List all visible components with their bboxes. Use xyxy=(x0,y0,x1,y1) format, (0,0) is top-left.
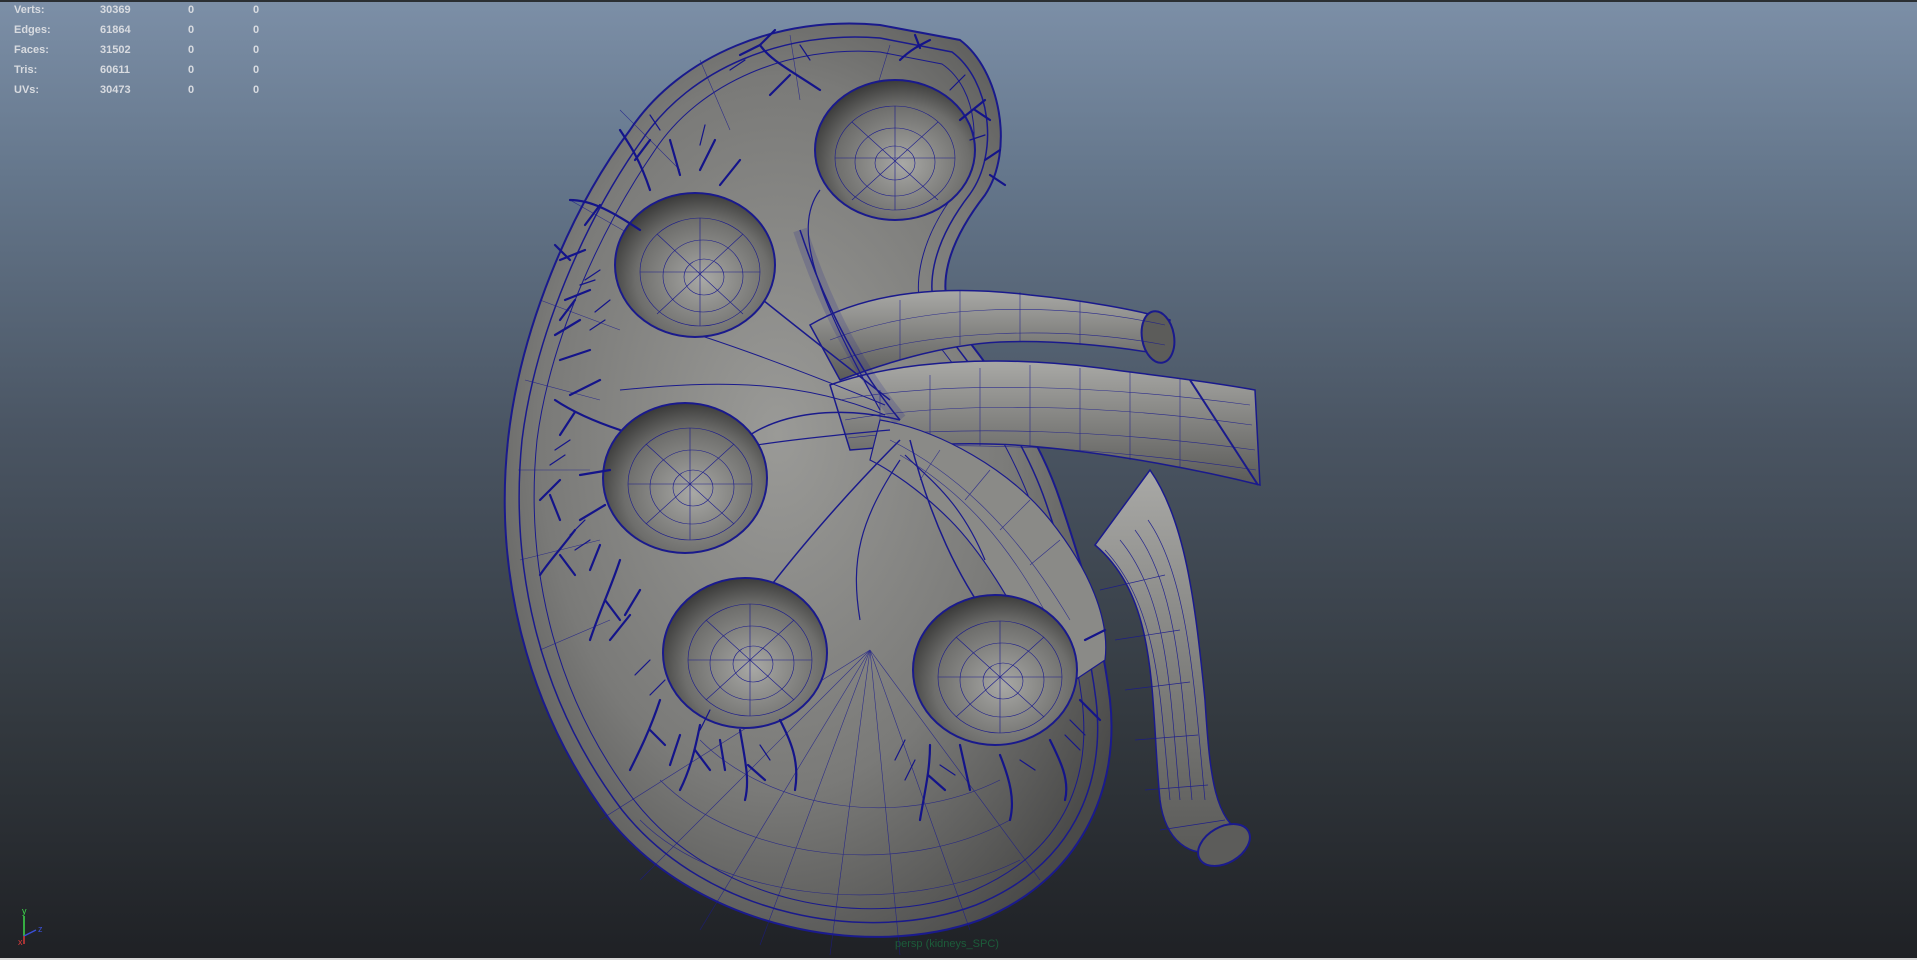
3d-viewport[interactable]: Verts: 30369 0 0 Edges: 61864 0 0 Faces:… xyxy=(0,0,1917,958)
hud-label: Tris: xyxy=(14,64,38,76)
hud-value: 31502 xyxy=(100,44,131,56)
hud-label: Faces: xyxy=(14,44,49,56)
hud-value: 0 xyxy=(188,64,195,76)
hud-label: UVs: xyxy=(14,84,40,96)
hud-value: 0 xyxy=(188,84,195,96)
hud-value: 60611 xyxy=(100,64,130,76)
hud-value: 61864 xyxy=(100,24,131,36)
calyx-cup-middle-left xyxy=(602,402,768,554)
calyx-cup-lower-left xyxy=(662,577,828,729)
hud-value: 0 xyxy=(253,84,260,96)
axis-gizmo-icon: y z x xyxy=(18,906,43,946)
hud-label: Edges: xyxy=(14,24,51,36)
ureter-tube xyxy=(1093,468,1247,854)
hud-value: 0 xyxy=(188,24,195,36)
calyx-cup-lower-right xyxy=(912,594,1078,746)
axis-z-label: z xyxy=(38,924,43,934)
hud-value: 0 xyxy=(253,24,260,36)
kidney-wireframe-model[interactable] xyxy=(0,0,1917,958)
calyx-cup-upper-left xyxy=(614,192,776,338)
axis-x-label: x xyxy=(18,937,23,946)
axis-y-label: y xyxy=(22,906,27,916)
hud-value: 30473 xyxy=(100,84,131,96)
kidney-body xyxy=(503,22,1113,938)
hud-value: 0 xyxy=(253,64,260,76)
hud-value: 0 xyxy=(188,44,195,56)
camera-name-label: persp (kidneys_SPC) xyxy=(895,938,999,950)
hud-value: 0 xyxy=(188,4,195,16)
hud-value: 30369 xyxy=(100,4,131,16)
hud-value: 0 xyxy=(253,44,260,56)
hud-label: Verts: xyxy=(14,4,45,16)
calyx-cup-top xyxy=(814,79,976,221)
hud-value: 0 xyxy=(253,4,260,16)
